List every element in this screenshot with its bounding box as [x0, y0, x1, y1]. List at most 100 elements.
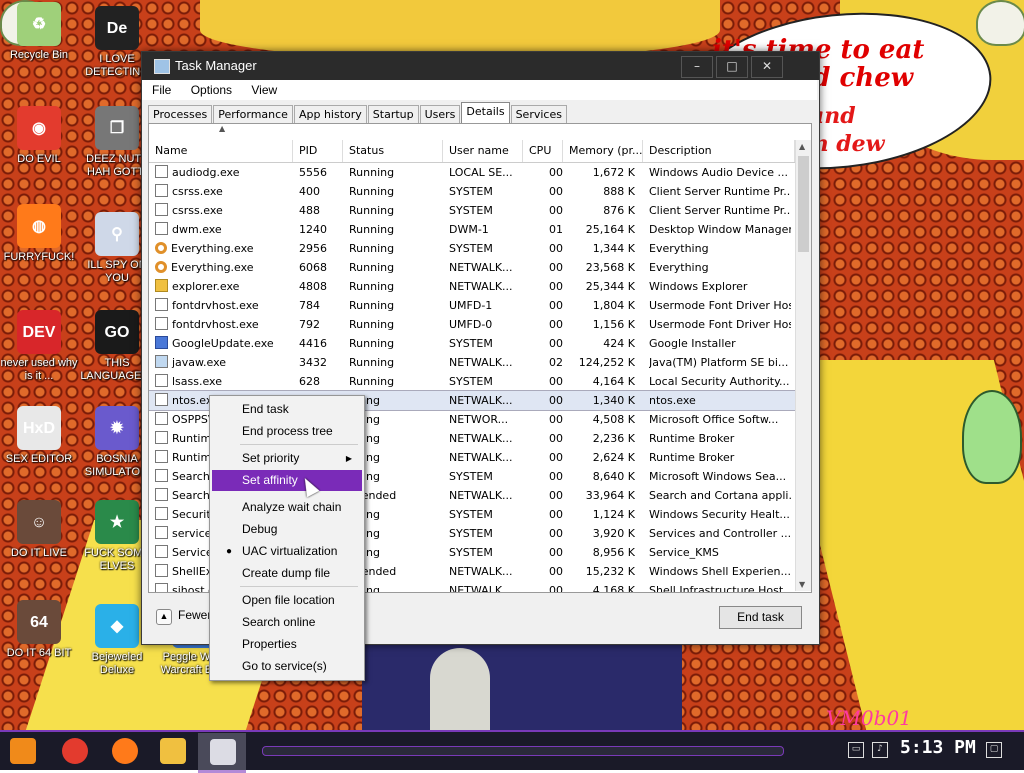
taskbar-decoration — [262, 746, 784, 756]
table-row[interactable]: csrss.exe 488 Running SYSTEM 00 876 K Client S… — [149, 201, 795, 220]
process-user: SYSTEM — [449, 242, 493, 255]
notifications-icon[interactable]: ▢ — [986, 742, 1002, 758]
column-header[interactable]: PID — [293, 140, 343, 162]
menu-item-label: Go to service(s) — [242, 659, 327, 673]
title-bar[interactable]: Task Manager – □ ✕ — [142, 52, 819, 80]
process-status: Running — [349, 280, 395, 293]
process-user: SYSTEM — [449, 337, 493, 350]
process-name: csrss.exe — [155, 182, 291, 201]
menu-item-analyze-wait-chain[interactable]: Analyze wait chain — [212, 497, 362, 518]
table-row[interactable]: Everything.exe 6068 Running NETWALK... 00 23,… — [149, 258, 795, 277]
process-description: Everything — [649, 261, 709, 274]
desktop-icon[interactable]: 64 DO IT 64 BIT — [0, 600, 78, 660]
column-header[interactable]: Description — [643, 140, 795, 162]
table-row[interactable]: csrss.exe 400 Running SYSTEM 00 888 K Client S… — [149, 182, 795, 201]
process-description: Windows Explorer — [649, 280, 748, 293]
process-name: audiodg.exe — [155, 163, 291, 182]
table-row[interactable]: javaw.exe 3432 Running NETWALK... 02 124,252 … — [149, 353, 795, 372]
menu-item-uac-virtualization[interactable]: UAC virtualization ● — [212, 541, 362, 562]
process-icon — [155, 242, 167, 254]
column-header[interactable]: Name — [149, 140, 293, 162]
taskbar: ▭ ♪ 5:13 PM ▢ — [0, 730, 1024, 773]
menu-item-set-affinity[interactable]: Set affinity — [212, 470, 362, 491]
process-user: UMFD-0 — [449, 318, 493, 331]
table-row[interactable]: GoogleUpdate.exe 4416 Running SYSTEM 00 424 K… — [149, 334, 795, 353]
process-cpu: 00 — [549, 565, 563, 578]
menu-view[interactable]: View — [241, 80, 283, 97]
desktop-icon[interactable]: ◉ DO EVIL — [0, 106, 78, 166]
process-user: SYSTEM — [449, 375, 493, 388]
goland-icon: GO — [95, 310, 139, 354]
close-button[interactable]: ✕ — [751, 56, 783, 78]
scroll-up-icon[interactable]: ▲ — [799, 142, 805, 151]
menu-item-create-dump-file[interactable]: Create dump file — [212, 563, 362, 584]
scrollbar-thumb[interactable] — [798, 156, 809, 252]
desktop-icon-label: never used why is it ... — [0, 357, 78, 382]
clock[interactable]: 5:13 PM — [900, 737, 976, 758]
watermark-text: VM0b01 — [826, 706, 912, 730]
process-description: Microsoft Office Softw... — [649, 413, 779, 426]
process-name-text: GoogleUpdate.exe — [172, 337, 274, 350]
column-header[interactable]: Status — [343, 140, 443, 162]
desktop-icon[interactable]: ◍ FURRYFUCK! — [0, 204, 78, 264]
process-cpu: 00 — [549, 413, 563, 426]
menu-item-open-file-location[interactable]: Open file location — [212, 590, 362, 611]
end-task-button[interactable]: End task — [719, 606, 802, 629]
start-button[interactable] — [10, 738, 36, 764]
desktop-icon[interactable]: ☺ DO IT LIVE — [0, 500, 78, 560]
scroll-down-icon[interactable]: ▼ — [799, 580, 805, 589]
table-row[interactable]: lsass.exe 628 Running SYSTEM 00 4,164 K Local … — [149, 372, 795, 391]
firefox-taskbar-icon[interactable] — [112, 738, 138, 764]
menu-item-label: UAC virtualization — [242, 544, 338, 558]
menu-options[interactable]: Options — [181, 80, 238, 97]
process-name-text: SearchI — [172, 470, 214, 483]
menu-item-set-priority[interactable]: Set priority ▶ — [212, 448, 362, 469]
task-manager-taskbar-button[interactable] — [198, 733, 246, 773]
column-header[interactable]: Memory (pr... — [563, 140, 643, 162]
process-description: Runtime Broker — [649, 451, 735, 464]
process-name: csrss.exe — [155, 201, 291, 220]
volume-icon[interactable]: ♪ — [872, 742, 888, 758]
table-row[interactable]: explorer.exe 4808 Running NETWALK... 00 25,34… — [149, 277, 795, 296]
maximize-button[interactable]: □ — [716, 56, 748, 78]
network-icon[interactable]: ▭ — [848, 742, 864, 758]
dev-cpp-icon: DEV — [17, 310, 61, 354]
table-row[interactable]: Everything.exe 2956 Running SYSTEM 00 1,344 K… — [149, 239, 795, 258]
minimize-button[interactable]: – — [681, 56, 713, 78]
portrait-icon: ☺ — [17, 500, 61, 544]
process-icon — [155, 222, 168, 235]
process-cpu: 00 — [549, 242, 563, 255]
desktop-icon-label: SEX EDITOR — [5, 453, 73, 465]
process-user: LOCAL SE... — [449, 166, 513, 179]
menu-file[interactable]: File — [142, 80, 177, 97]
process-icon — [155, 317, 168, 330]
column-header[interactable]: CPU — [523, 140, 563, 162]
table-row[interactable]: fontdrvhost.exe 792 Running UMFD-0 00 1,156 K… — [149, 315, 795, 334]
menu-item-end-task[interactable]: End task — [212, 399, 362, 420]
menu-item-debug[interactable]: Debug — [212, 519, 362, 540]
desktop-icon[interactable]: DEV never used why is it ... — [0, 310, 78, 383]
file-explorer-taskbar-icon[interactable] — [160, 738, 186, 764]
menu-item-properties[interactable]: Properties — [212, 634, 362, 655]
menu-item-end-process-tree[interactable]: End process tree — [212, 421, 362, 442]
process-name: fontdrvhost.exe — [155, 315, 291, 334]
table-row[interactable]: dwm.exe 1240 Running DWM-1 01 25,164 K Desktop… — [149, 220, 795, 239]
desktop-icon[interactable]: HxD SEX EDITOR — [0, 406, 78, 466]
menu-separator — [240, 444, 358, 445]
column-header[interactable]: User name — [443, 140, 523, 162]
process-pid: 792 — [299, 318, 320, 331]
tab-strip: Processes Performance App history Startup Us… — [148, 102, 568, 127]
process-status: Running — [349, 318, 395, 331]
process-cpu: 00 — [549, 185, 563, 198]
chrome-taskbar-icon[interactable] — [62, 738, 88, 764]
vertical-scrollbar[interactable]: ▲ ▼ — [795, 140, 811, 591]
table-row[interactable]: fontdrvhost.exe 784 Running UMFD-1 00 1,804 K… — [149, 296, 795, 315]
menu-item-search-online[interactable]: Search online — [212, 612, 362, 633]
process-cpu: 02 — [549, 356, 563, 369]
table-row[interactable]: audiodg.exe 5556 Running LOCAL SE... 00 1,672… — [149, 163, 795, 182]
menu-item-go-to-service-s[interactable]: Go to service(s) — [212, 656, 362, 677]
process-memory: 876 K — [603, 204, 635, 217]
process-icon — [155, 336, 168, 349]
process-cpu: 00 — [549, 261, 563, 274]
desktop-icon[interactable]: ♻ Recycle Bin — [0, 2, 78, 62]
